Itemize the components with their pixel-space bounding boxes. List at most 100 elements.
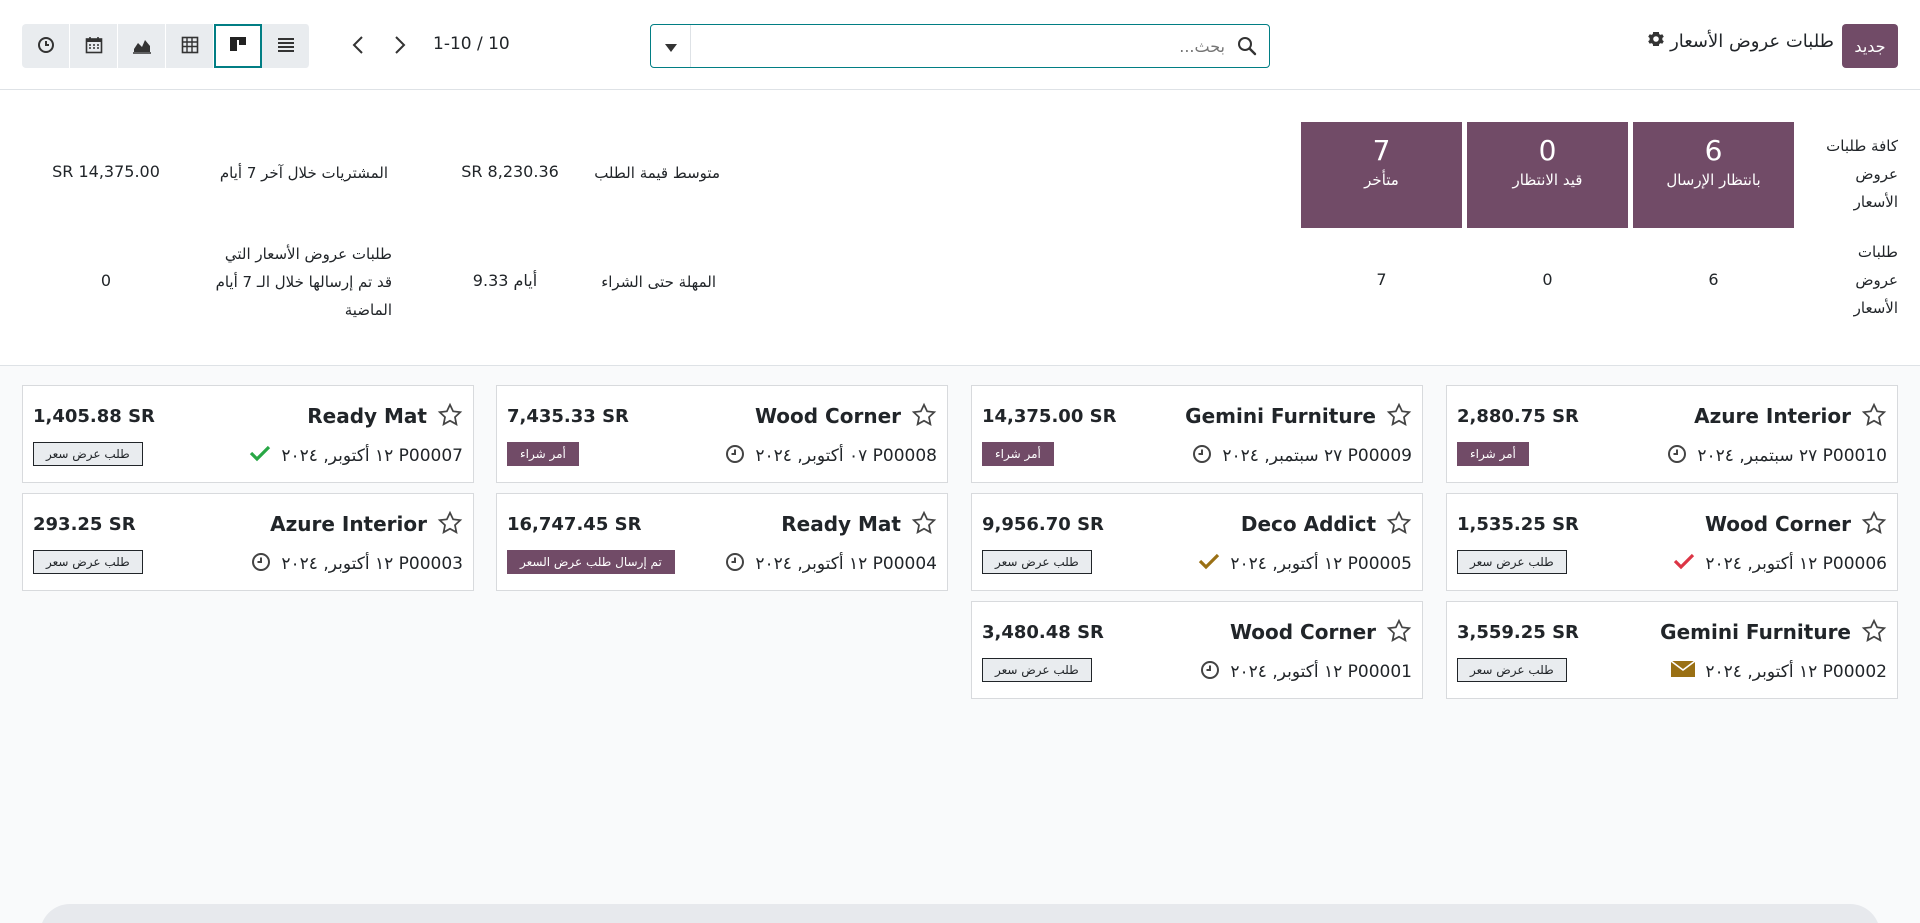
card-partner: Wood Corner: [1704, 512, 1851, 536]
card-partner: Azure Interior: [270, 512, 427, 536]
kanban-view-button[interactable]: [214, 24, 262, 68]
rfq-card[interactable]: Ready Mat 16,747.45 SR P00004 ١٢ أكتوبر, ٢…: [496, 493, 948, 591]
clock-icon[interactable]: [725, 552, 745, 576]
late-count: 7: [1372, 134, 1391, 167]
search-icon[interactable]: [1237, 36, 1257, 60]
search-dropdown-toggle[interactable]: [651, 25, 691, 67]
list-view-button[interactable]: [262, 24, 310, 68]
search-input[interactable]: [693, 33, 1225, 59]
status-badge: أمر شراء: [982, 442, 1054, 466]
star-icon[interactable]: [437, 402, 463, 432]
rfq-card[interactable]: Wood Corner 3,480.48 SR P00001 ١٢ أكتوبر, …: [971, 601, 1423, 699]
waiting-tile[interactable]: 0 قيد الانتظار: [1467, 122, 1628, 228]
status-badge: طلب عرض سعر: [33, 550, 143, 574]
pager-next-button[interactable]: [382, 27, 418, 65]
status-badge: طلب عرض سعر: [1457, 658, 1567, 682]
graph-icon: [132, 36, 152, 57]
rfq-card[interactable]: Azure Interior 293.25 SR P00003 ١٢ أكتوبر,…: [22, 493, 474, 591]
clock-icon[interactable]: [251, 552, 271, 576]
card-amount: 9,956.70 SR: [982, 514, 1104, 535]
pivot-view-button[interactable]: [166, 24, 214, 68]
all-rfqs-label: كافة طلبات عروض الأسعار: [1826, 137, 1898, 211]
star-icon[interactable]: [911, 402, 937, 432]
card-amount: 14,375.00 SR: [982, 406, 1117, 427]
card-reference: P00006 ١٢ أكتوبر, ٢٠٢٤: [1705, 554, 1887, 574]
my-to-send-count[interactable]: 6: [1633, 270, 1794, 289]
star-icon[interactable]: [1386, 618, 1412, 648]
card-amount: 2,880.75 SR: [1457, 406, 1579, 427]
page-title-text: طلبات عروض الأسعار: [1670, 31, 1834, 52]
pivot-icon: [181, 36, 199, 57]
purchased-7-days-label: المشتريات خلال آخر 7 أيام: [219, 164, 388, 182]
star-icon[interactable]: [1861, 618, 1887, 648]
card-reference: P00008 ٠٧ أكتوبر, ٢٠٢٤: [755, 446, 937, 466]
star-icon[interactable]: [1861, 510, 1887, 540]
rfq-card[interactable]: Gemini Furniture 14,375.00 SR P00009 ٢٧ سب…: [971, 385, 1423, 483]
status-badge: طلب عرض سعر: [1457, 550, 1567, 574]
card-reference: P00004 ١٢ أكتوبر, ٢٠٢٤: [755, 554, 937, 574]
card-amount: 16,747.45 SR: [507, 514, 642, 535]
star-icon[interactable]: [1386, 402, 1412, 432]
avg-order-value: SR 8,230.36: [461, 162, 559, 181]
card-partner: Ready Mat: [307, 404, 427, 428]
check-green-icon[interactable]: [249, 444, 271, 466]
caret-down-icon: [664, 37, 677, 56]
card-partner: Gemini Furniture: [1185, 404, 1376, 428]
sent-7-days-label: طلبات عروض الأسعار التي قد تم إرسالها خل…: [215, 245, 392, 319]
status-badge: تم إرسال طلب عرض السعر: [507, 550, 675, 574]
clock-icon[interactable]: [725, 444, 745, 468]
card-reference: P00003 ١٢ أكتوبر, ٢٠٢٤: [281, 554, 463, 574]
card-amount: 293.25 SR: [33, 514, 136, 535]
card-reference: P00002 ١٢ أكتوبر, ٢٠٢٤: [1705, 662, 1887, 682]
calendar-view-button[interactable]: [70, 24, 118, 68]
chevron-right-icon: [394, 35, 406, 58]
to-send-label: بانتظار الإرسال: [1666, 171, 1761, 189]
new-button[interactable]: جديد: [1842, 24, 1898, 68]
card-reference: P00010 ٢٧ سبتمبر, ٢٠٢٤: [1697, 446, 1887, 466]
to-send-tile[interactable]: 6 بانتظار الإرسال: [1633, 122, 1794, 228]
activity-icon: [37, 36, 55, 57]
gear-icon[interactable]: [1648, 31, 1664, 52]
rfq-card[interactable]: Wood Corner 7,435.33 SR P00008 ٠٧ أكتوبر, …: [496, 385, 948, 483]
status-badge: أمر شراء: [1457, 442, 1529, 466]
card-amount: 7,435.33 SR: [507, 406, 629, 427]
my-rfqs-label: طلبات عروض الأسعار: [1853, 243, 1898, 317]
activity-view-button[interactable]: [22, 24, 70, 68]
card-amount: 3,559.25 SR: [1457, 622, 1579, 643]
clock-icon[interactable]: [1192, 444, 1212, 468]
rfq-card[interactable]: Ready Mat 1,405.88 SR P00007 ١٢ أكتوبر, ٢٠…: [22, 385, 474, 483]
rfq-card[interactable]: Gemini Furniture 3,559.25 SR P00002 ١٢ أكت…: [1446, 601, 1898, 699]
envelope-icon[interactable]: [1670, 660, 1696, 682]
calendar-icon: [85, 36, 103, 57]
status-badge: طلب عرض سعر: [982, 658, 1092, 682]
status-badge: طلب عرض سعر: [33, 442, 143, 466]
clock-icon[interactable]: [1667, 444, 1687, 468]
pager-value[interactable]: 1-10 / 10: [433, 34, 510, 54]
graph-view-button[interactable]: [118, 24, 166, 68]
star-icon[interactable]: [437, 510, 463, 540]
rfq-card[interactable]: Azure Interior 2,880.75 SR P00010 ٢٧ سبتمب…: [1446, 385, 1898, 483]
check-yellow-icon[interactable]: [1198, 552, 1220, 574]
card-reference: P00005 ١٢ أكتوبر, ٢٠٢٤: [1230, 554, 1412, 574]
rfq-dashboard: كافة طلبات عروض الأسعار طلبات عروض الأسع…: [0, 90, 1920, 366]
star-icon[interactable]: [911, 510, 937, 540]
my-late-count[interactable]: 7: [1301, 270, 1462, 289]
status-badge: طلب عرض سعر: [982, 550, 1092, 574]
card-amount: 3,480.48 SR: [982, 622, 1104, 643]
pager-previous-button[interactable]: [340, 27, 376, 65]
control-panel: جديد طلبات عروض الأسعار 1-10 / 10: [0, 0, 1920, 90]
card-partner: Wood Corner: [754, 404, 901, 428]
star-icon[interactable]: [1386, 510, 1412, 540]
star-icon[interactable]: [1861, 402, 1887, 432]
card-partner: Gemini Furniture: [1660, 620, 1851, 644]
rfq-card[interactable]: Deco Addict 9,956.70 SR P00005 ١٢ أكتوبر, …: [971, 493, 1423, 591]
card-partner: Ready Mat: [781, 512, 901, 536]
rfq-card[interactable]: Wood Corner 1,535.25 SR P00006 ١٢ أكتوبر, …: [1446, 493, 1898, 591]
to-send-count: 6: [1704, 134, 1723, 167]
purchased-7-days-value: SR 14,375.00: [52, 162, 160, 181]
late-tile[interactable]: 7 متأخر: [1301, 122, 1462, 228]
clock-icon[interactable]: [1200, 660, 1220, 684]
list-icon: [277, 37, 295, 56]
my-waiting-count[interactable]: 0: [1467, 270, 1628, 289]
check-red-icon[interactable]: [1673, 552, 1695, 574]
